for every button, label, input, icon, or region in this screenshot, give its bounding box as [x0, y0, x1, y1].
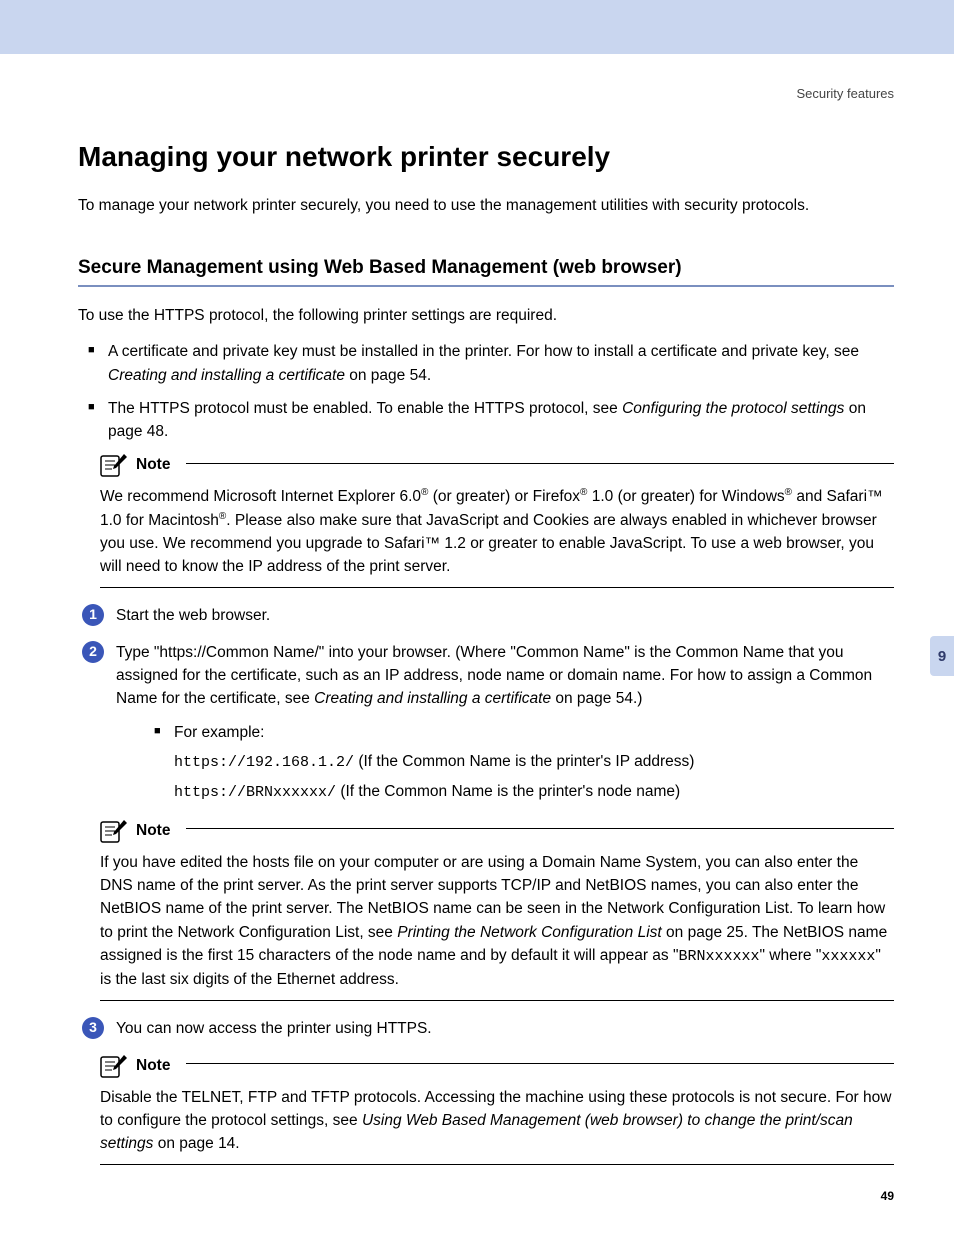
example-label: For example:: [154, 721, 894, 744]
requirement-item: A certificate and private key must be in…: [88, 340, 894, 387]
note-rule-bottom: [100, 1000, 894, 1001]
note-rule: [186, 463, 894, 464]
note-rule: [186, 1063, 894, 1064]
note-label: Note: [136, 456, 170, 474]
step-item: 1 Start the web browser.: [82, 604, 894, 627]
note-body: Disable the TELNET, FTP and TFTP protoco…: [100, 1086, 894, 1156]
step-number-badge: 3: [82, 1017, 104, 1039]
note-pencil-icon: [100, 819, 128, 843]
link-ref: Printing the Network Configuration List: [397, 924, 662, 941]
note-block-1: Note We recommend Microsoft Internet Exp…: [100, 453, 894, 587]
link-ref: Creating and installing a certificate: [108, 367, 345, 384]
section-heading: Secure Management using Web Based Manage…: [78, 257, 894, 287]
step-number-badge: 1: [82, 604, 104, 626]
step-item: 2 Type "https://Common Name/" into your …: [82, 641, 894, 805]
chapter-tab: 9: [930, 636, 954, 676]
note-rule-bottom: [100, 587, 894, 588]
note-rule-bottom: [100, 1164, 894, 1165]
https-intro: To use the HTTPS protocol, the following…: [78, 305, 894, 327]
requirements-list: A certificate and private key must be in…: [78, 340, 894, 443]
note-body: If you have edited the hosts file on you…: [100, 851, 894, 992]
intro-paragraph: To manage your network printer securely,…: [78, 195, 894, 217]
steps-list: 1 Start the web browser. 2 Type "https:/…: [78, 604, 894, 805]
note-block-2: Note If you have edited the hosts file o…: [100, 819, 894, 1001]
page-number: 49: [881, 1189, 894, 1203]
page-body: Security features Managing your network …: [0, 54, 954, 1221]
note-block-3: Note Disable the TELNET, FTP and TFTP pr…: [100, 1054, 894, 1165]
note-body: We recommend Microsoft Internet Explorer…: [100, 485, 894, 578]
note-pencil-icon: [100, 1054, 128, 1078]
requirement-item: The HTTPS protocol must be enabled. To e…: [88, 397, 894, 444]
top-bar: [0, 0, 954, 54]
link-ref: Creating and installing a certificate: [314, 690, 551, 707]
steps-list-continued: 3 You can now access the printer using H…: [78, 1017, 894, 1040]
note-pencil-icon: [100, 453, 128, 477]
example-line: https://BRNxxxxxx/ (If the Common Name i…: [174, 780, 894, 805]
running-header: Security features: [78, 86, 894, 101]
note-label: Note: [136, 822, 170, 840]
note-rule: [186, 828, 894, 829]
step-number-badge: 2: [82, 641, 104, 663]
step-item: 3 You can now access the printer using H…: [82, 1017, 894, 1040]
note-label: Note: [136, 1057, 170, 1075]
link-ref: Configuring the protocol settings: [622, 400, 844, 417]
example-line: https://192.168.1.2/ (If the Common Name…: [174, 750, 894, 775]
page-title: Managing your network printer securely: [78, 141, 894, 173]
